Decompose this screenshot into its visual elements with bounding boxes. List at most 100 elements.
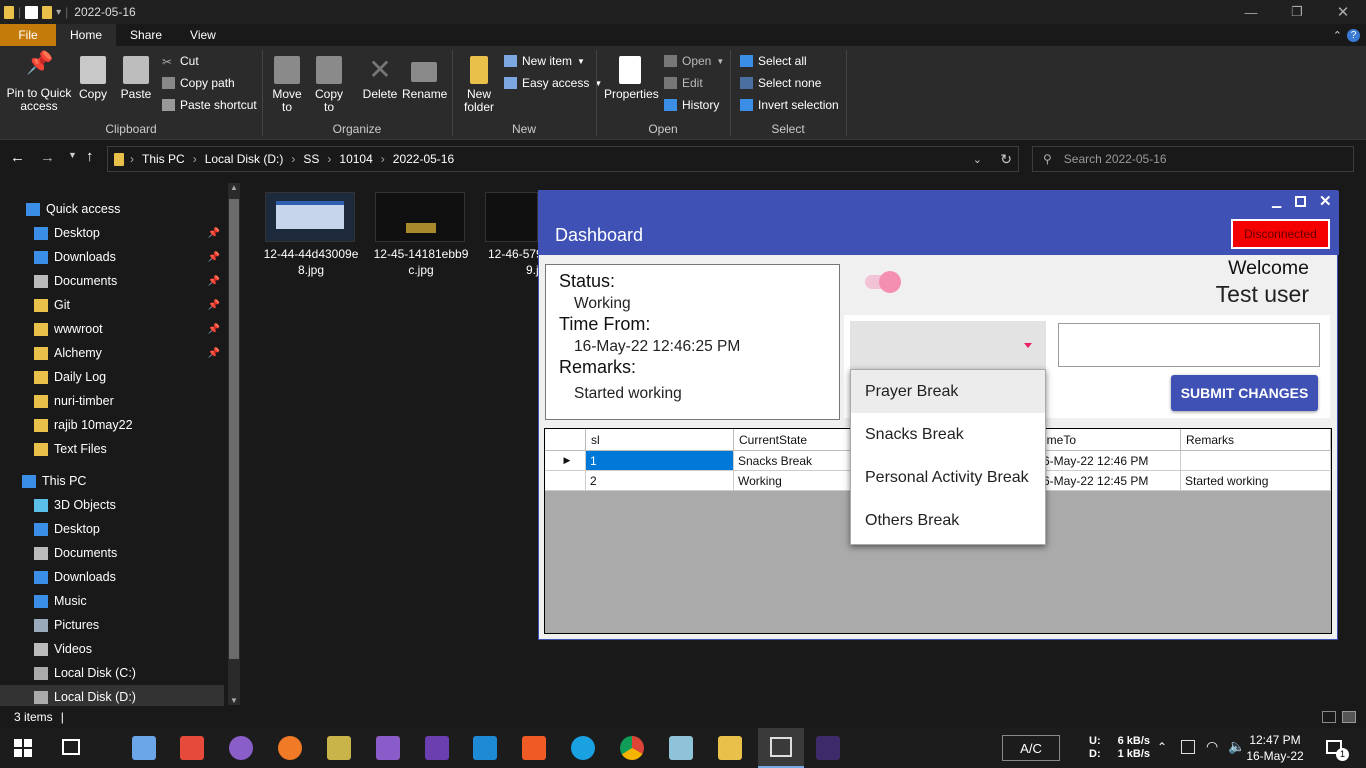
sidebar-item[interactable]: rajib 10may22 <box>0 413 224 437</box>
minimize-button[interactable]: — <box>1228 0 1274 24</box>
breadcrumb-2022-05-16[interactable]: 2022-05-16 <box>393 152 454 166</box>
active-app-tab[interactable] <box>758 728 804 768</box>
tab-share[interactable]: Share <box>116 24 176 46</box>
file-thumbnail[interactable] <box>485 192 538 242</box>
details-view-icon[interactable] <box>1322 711 1336 723</box>
table-cell[interactable]: 1 <box>586 451 734 471</box>
copy-button[interactable]: Copy <box>78 56 108 101</box>
sidebar-item[interactable]: Pictures <box>0 613 224 637</box>
customize-toolbar-icon[interactable]: ▾ <box>56 7 61 18</box>
breadcrumb-this-pc[interactable]: This PC <box>142 152 185 166</box>
open-button[interactable]: Open ▼ <box>664 54 724 68</box>
breadcrumb-local-disk-d[interactable]: Local Disk (D:) <box>205 152 284 166</box>
sidebar-item[interactable]: Videos <box>0 637 224 661</box>
select-none-button[interactable]: Select none <box>740 76 821 90</box>
file-name[interactable]: 12-46-579 9.jp <box>485 246 538 278</box>
file-name[interactable]: 12-44-44d43009e 8.jpg <box>261 246 361 278</box>
sidebar-item[interactable]: Daily Log <box>0 365 224 389</box>
chrome-icon[interactable] <box>620 736 644 760</box>
terminal-icon[interactable] <box>816 736 840 760</box>
scroll-up-icon[interactable]: ▲ <box>230 183 238 192</box>
cut-button[interactable]: ✂ Cut <box>162 54 199 69</box>
option-others-break[interactable]: Others Break <box>851 499 1045 542</box>
sidebar-item[interactable]: Downloads <box>0 565 224 589</box>
pin-to-quick-access-button[interactable]: 📌 Pin to Quick access <box>6 52 72 113</box>
tool-app-icon[interactable] <box>327 736 351 760</box>
postman-icon[interactable] <box>278 736 302 760</box>
clock[interactable]: 12:47 PM 16-May-22 <box>1242 732 1308 764</box>
task-view-icon[interactable] <box>62 739 80 755</box>
sidebar-item[interactable]: Git 📌 <box>0 293 224 317</box>
row-selector[interactable] <box>545 471 586 491</box>
table-cell[interactable]: Started working <box>1181 471 1331 491</box>
collapse-ribbon-icon[interactable]: ⌃ <box>1333 29 1342 42</box>
show-hidden-icons-icon[interactable]: ⌃ <box>1157 740 1167 754</box>
notepad-icon[interactable] <box>669 736 693 760</box>
forward-arrow-icon[interactable]: → <box>40 149 55 166</box>
status-toggle[interactable] <box>865 271 901 293</box>
tab-home[interactable]: Home <box>56 24 117 46</box>
tab-file[interactable]: File <box>0 24 56 46</box>
refresh-icon[interactable]: ↻ <box>1000 151 1012 168</box>
option-personal-activity-break[interactable]: Personal Activity Break <box>851 456 1045 499</box>
column-header-remarks[interactable]: Remarks <box>1181 429 1331 451</box>
maximize-icon[interactable] <box>1295 196 1306 207</box>
ac-indicator[interactable]: A/C <box>1002 735 1060 761</box>
option-snacks-break[interactable]: Snacks Break <box>851 413 1045 456</box>
option-prayer-break[interactable]: Prayer Break <box>851 370 1045 413</box>
back-arrow-icon[interactable]: ← <box>10 149 25 166</box>
sidebar-item[interactable]: Quick access <box>0 197 224 221</box>
new-folder-button[interactable]: New folder <box>460 56 498 114</box>
table-cell[interactable]: 2 <box>586 471 734 491</box>
toggle-knob[interactable] <box>879 271 901 293</box>
sidebar-item[interactable]: Downloads 📌 <box>0 245 224 269</box>
paste-button[interactable]: Paste <box>120 56 152 101</box>
edit-button[interactable]: Edit <box>664 76 703 90</box>
address-bar[interactable]: › This PC › Local Disk (D:) › SS › 10104… <box>107 146 1019 172</box>
history-button[interactable]: History <box>664 98 719 112</box>
wifi-icon[interactable]: ◠ <box>1206 738 1218 755</box>
sidebar-item[interactable]: Documents <box>0 541 224 565</box>
table-cell[interactable]: 6-May-22 12:46 PM <box>1039 451 1181 471</box>
device-icon[interactable] <box>1181 740 1195 754</box>
search-input[interactable]: Search 2022-05-16 <box>1064 152 1167 166</box>
table-cell[interactable]: 6-May-22 12:45 PM <box>1039 471 1181 491</box>
breadcrumb-10104[interactable]: 10104 <box>339 152 372 166</box>
restore-button[interactable]: ❐ <box>1274 0 1320 24</box>
sidebar-item[interactable]: 3D Objects <box>0 493 224 517</box>
scroll-down-icon[interactable]: ▼ <box>230 696 238 705</box>
file-thumbnail[interactable] <box>375 192 465 242</box>
chevron-down-icon[interactable]: ⌄ <box>973 153 982 166</box>
search-box[interactable]: ⚲ Search 2022-05-16 <box>1032 146 1354 172</box>
close-button[interactable]: ✕ <box>1320 0 1366 24</box>
remarks-input[interactable] <box>1058 323 1320 367</box>
invert-selection-button[interactable]: Invert selection <box>740 98 839 112</box>
pin-icon[interactable]: 📌 <box>208 228 220 239</box>
sidebar-item[interactable]: Local Disk (C:) <box>0 661 224 685</box>
properties-icon[interactable] <box>25 5 39 19</box>
minimize-icon[interactable]: ▁ <box>1272 194 1281 208</box>
column-header-sl[interactable]: sl <box>586 429 734 451</box>
select-all-button[interactable]: Select all <box>740 54 807 68</box>
sidebar-item[interactable]: nuri-timber <box>0 389 224 413</box>
file-thumbnail[interactable] <box>265 192 355 242</box>
table-cell[interactable] <box>1181 451 1331 471</box>
rename-button[interactable]: Rename <box>402 56 447 101</box>
sidebar-item[interactable]: Alchemy 📌 <box>0 341 224 365</box>
row-selector-icon[interactable]: ▶ <box>545 451 586 471</box>
pin-icon[interactable]: 📌 <box>208 276 220 287</box>
scrollbar-thumb[interactable] <box>229 199 239 659</box>
move-to-button[interactable]: Move to <box>270 56 304 114</box>
delete-button[interactable]: ✕ Delete <box>360 56 400 101</box>
break-type-select[interactable] <box>850 321 1046 371</box>
sidebar-item[interactable]: This PC <box>0 469 224 493</box>
github-desktop-icon[interactable] <box>229 736 253 760</box>
sidebar-item[interactable]: Music <box>0 589 224 613</box>
submit-changes-button[interactable]: SUBMIT CHANGES <box>1171 375 1318 411</box>
sidebar-item[interactable]: wwwroot 📌 <box>0 317 224 341</box>
large-icons-view-icon[interactable] <box>1342 711 1356 723</box>
file-explorer-icon[interactable] <box>718 736 742 760</box>
skype-icon[interactable] <box>571 736 595 760</box>
up-arrow-icon[interactable]: ↑ <box>86 148 94 165</box>
tab-view[interactable]: View <box>176 24 230 46</box>
